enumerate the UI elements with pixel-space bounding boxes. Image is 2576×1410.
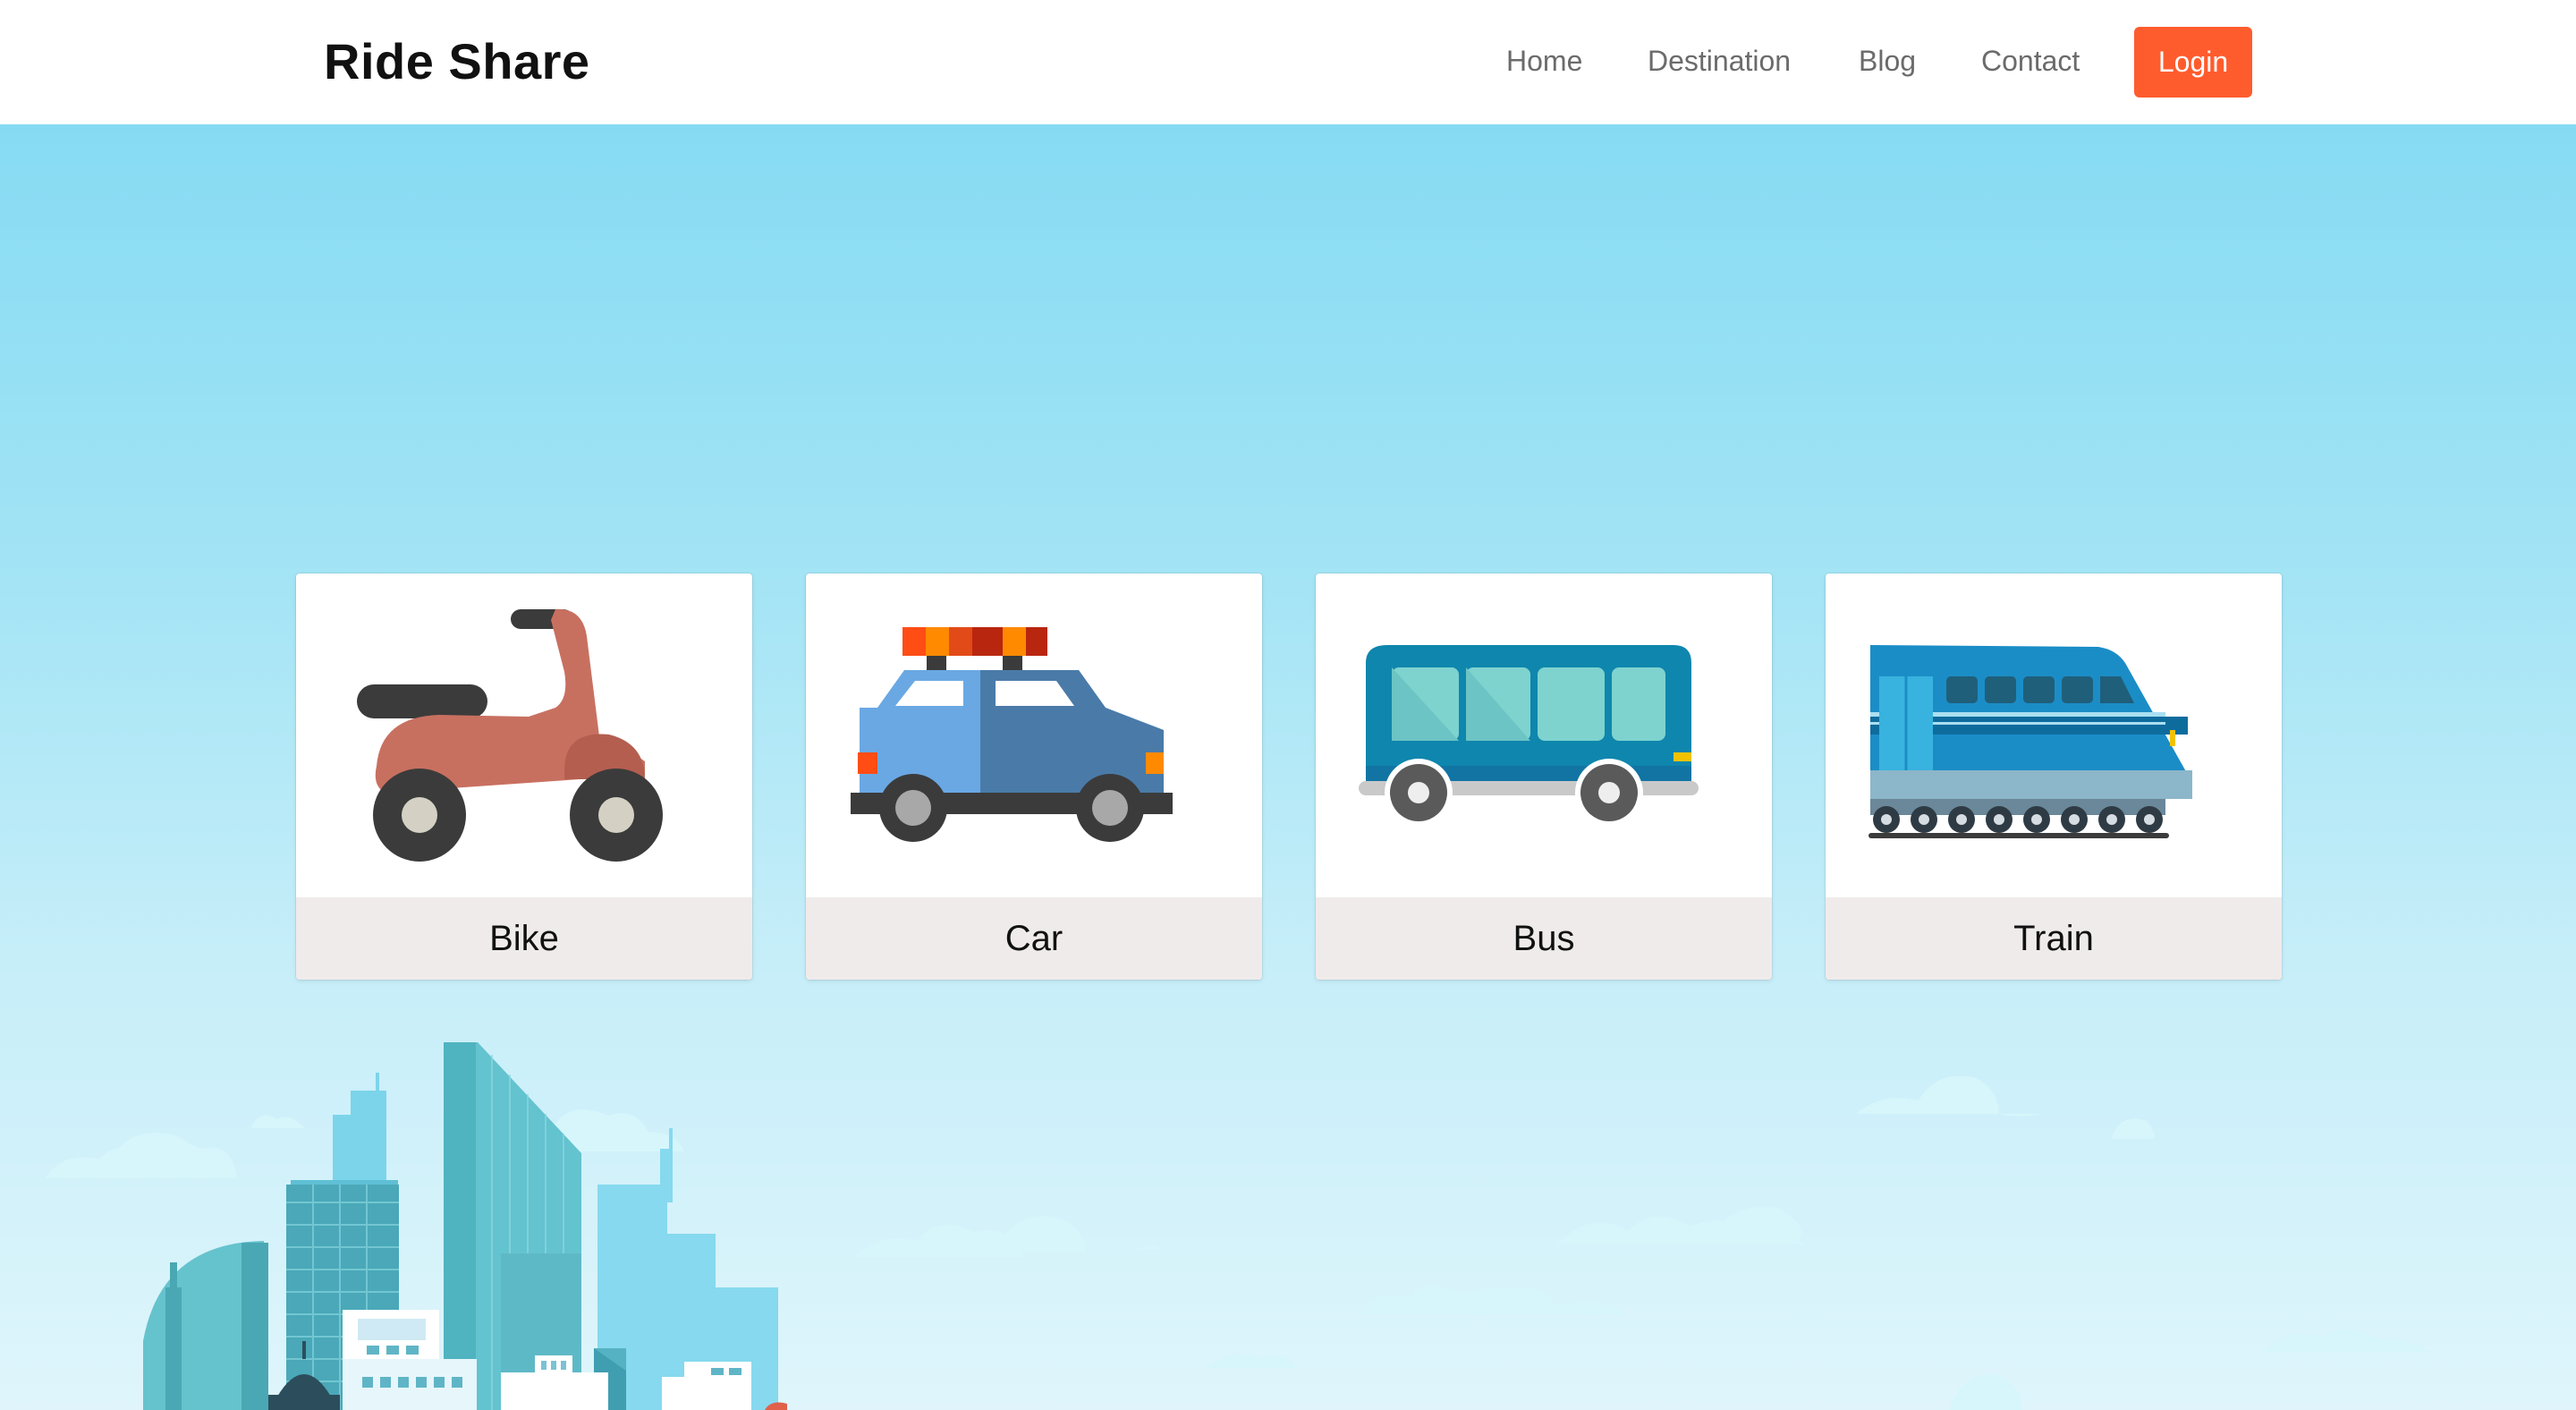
- card-footer: Bike: [296, 897, 752, 980]
- train-icon: [1868, 645, 2192, 838]
- card-footer: Bus: [1316, 897, 1772, 980]
- scooter-icon: [357, 608, 663, 862]
- nav-home[interactable]: Home: [1506, 45, 1582, 78]
- card-footer: Train: [1826, 897, 2282, 980]
- card-footer: Car: [806, 897, 1262, 980]
- navbar: Ride Share Home Destination Blog Contact…: [0, 0, 2576, 124]
- card-title: Car: [1004, 918, 1063, 958]
- vehicle-card-train[interactable]: Train: [1826, 573, 2282, 980]
- card-title: Train: [2013, 918, 2094, 958]
- vehicle-card-bus[interactable]: Bus: [1316, 573, 1772, 980]
- hero-section: Bike Car Bus Train: [0, 124, 2576, 1410]
- vehicle-card-bike[interactable]: Bike: [296, 573, 752, 980]
- nav-contact[interactable]: Contact: [1981, 45, 2080, 78]
- card-title: Bike: [489, 918, 559, 958]
- login-button[interactable]: Login: [2134, 27, 2252, 98]
- nav-destination[interactable]: Destination: [1648, 45, 1791, 78]
- nav-blog[interactable]: Blog: [1859, 45, 1916, 78]
- bus-icon: [1359, 645, 1699, 827]
- car-icon: [851, 627, 1173, 842]
- brand-logo[interactable]: Ride Share: [324, 32, 590, 90]
- vehicle-card-car[interactable]: Car: [806, 573, 1262, 980]
- card-title: Bus: [1513, 918, 1575, 958]
